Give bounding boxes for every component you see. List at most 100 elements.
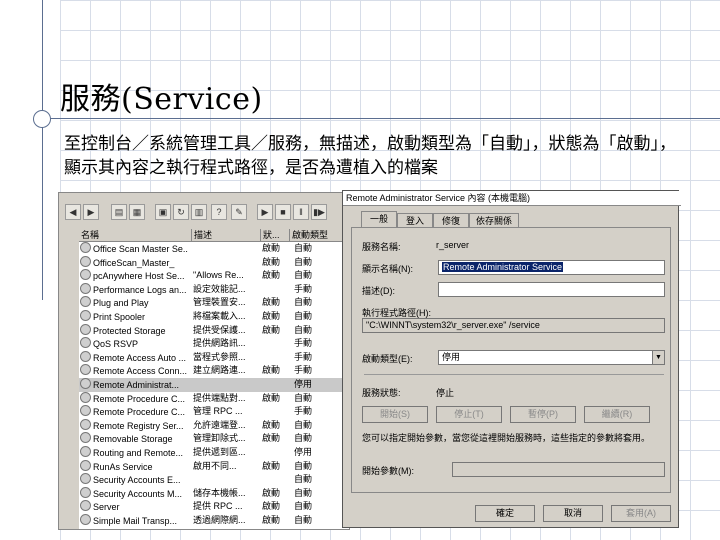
service-startup-cell-text: 自動: [294, 474, 313, 485]
pause-button[interactable]: 暫停(P): [510, 406, 576, 423]
back-icon[interactable]: ◀: [65, 204, 81, 220]
up-folder-icon[interactable]: ▤: [111, 204, 127, 220]
service-name-cell-text: Remote Administrat...: [93, 380, 180, 390]
table-row[interactable]: OfficeScan_Master_ 啟動 自動: [79, 255, 349, 271]
table-row[interactable]: Remote Registry Ser... 允許遠端登... 啟動 自動: [79, 418, 349, 433]
table-row[interactable]: QoS RSVP 提供網路訊... 手動: [79, 337, 349, 351]
service-description-cell: 提供 RPC ...: [193, 500, 259, 514]
tab-general[interactable]: 一般: [361, 211, 397, 228]
description-label: 描述(D):: [362, 286, 395, 296]
table-row[interactable]: Print Spooler 將檔案載入... 啟動 自動: [79, 310, 349, 324]
service-status-cell: 啟動: [262, 514, 288, 528]
table-row[interactable]: Office Scan Master Se... 啟動 自動: [79, 242, 349, 256]
service-startup-cell: 自動: [294, 242, 344, 256]
table-row[interactable]: Protected Storage 提供受保護... 啟動 自動: [79, 323, 349, 338]
table-row[interactable]: Plug and Play 管理裝置安... 啟動 自動: [79, 296, 349, 310]
table-row[interactable]: Routing and Remote... 提供遞到區... 停用: [79, 446, 349, 460]
resume-button[interactable]: 繼續(R): [584, 406, 650, 423]
col-name[interactable]: 名稱: [79, 229, 192, 241]
table-row[interactable]: Security Accounts M... 儲存本機帳... 啟動 自動: [79, 486, 349, 501]
service-startup-cell-text: 自動: [294, 270, 313, 281]
service-gear-icon: [80, 242, 91, 253]
service-startup-cell: 自動: [294, 324, 344, 338]
service-startup-cell-text: 自動: [294, 460, 313, 471]
service-gear-icon: [80, 500, 91, 512]
restart-service-icon[interactable]: ▮▶: [311, 204, 327, 220]
service-description-cell-text: 將檔案載入...: [193, 311, 246, 321]
service-name-cell-text: Print Spooler: [93, 312, 146, 322]
table-row[interactable]: RunAs Service 啟用不同... 啟動 自動: [79, 459, 349, 475]
service-gear-icon: [80, 282, 91, 294]
service-description-cell-text: 提供受保護...: [193, 324, 246, 335]
properties-icon[interactable]: ▣: [155, 204, 171, 220]
service-name-cell: OfficeScan_Master_: [80, 255, 188, 271]
table-row[interactable]: pcAnywhere Host Se... "Allows Re... 啟動 自動: [79, 269, 349, 283]
service-status-cell: 啟動: [262, 392, 288, 406]
start-params-label: 開始參數(M):: [362, 466, 414, 476]
service-name-cell-text: Remote Registry Ser...: [93, 420, 184, 431]
forward-icon[interactable]: ▶: [83, 204, 99, 220]
startup-type-select[interactable]: 停用 ▼: [438, 350, 665, 365]
col-status[interactable]: 狀...: [261, 229, 290, 241]
start-button[interactable]: 開始(S): [362, 406, 428, 423]
table-row[interactable]: Remote Procedure C... 管理 RPC ... 手動: [79, 405, 349, 419]
ok-button[interactable]: 確定: [475, 505, 535, 522]
service-gear-icon: [80, 323, 91, 335]
service-name-label: 服務名稱:: [362, 242, 401, 252]
service-description-cell-text: 提供端點對...: [193, 392, 246, 403]
service-startup-cell: 手動: [294, 351, 344, 365]
service-description-cell: 透過網際網...: [193, 514, 259, 528]
cancel-button[interactable]: 取消: [543, 505, 603, 522]
service-description-cell: 管理裝置安...: [193, 296, 259, 310]
table-row[interactable]: Removable Storage 管理卸除式... 啟動 自動: [79, 432, 349, 446]
start-service-icon[interactable]: ▶: [257, 204, 273, 220]
service-name-cell: Routing and Remote...: [80, 446, 188, 461]
stop-button[interactable]: 停止(T): [436, 406, 502, 423]
service-description-cell-text: "Allows Re...: [193, 270, 244, 281]
stop-service-icon[interactable]: ■: [275, 204, 291, 220]
apply-button[interactable]: 套用(A): [611, 505, 671, 522]
service-name-cell: RunAs Service: [80, 459, 188, 475]
service-name-cell: Plug and Play: [80, 296, 188, 311]
startup-type-value: 停用: [442, 352, 461, 362]
service-description-cell-text: 透過網際網...: [193, 515, 246, 525]
slide-rule-circle: [33, 110, 51, 128]
service-startup-cell: 手動: [294, 283, 344, 297]
service-name-cell-text: pcAnywhere Host Se...: [93, 271, 185, 282]
table-row[interactable]: Remote Access Conn... 建立網路連... 啟動 手動: [79, 364, 349, 378]
service-gear-icon: [80, 337, 91, 349]
tab-recovery[interactable]: 修復: [433, 213, 469, 228]
table-row[interactable]: Remote Procedure C... 提供端點對... 啟動 自動: [79, 391, 349, 406]
help-icon[interactable]: ?: [211, 204, 227, 220]
table-row[interactable]: Server 提供 RPC ... 啟動 自動: [79, 500, 349, 514]
start-params-field[interactable]: [452, 462, 665, 477]
col-startup-type[interactable]: 啟動類型: [290, 229, 349, 241]
service-description-cell: 允許遠端登...: [193, 419, 259, 433]
service-name-cell-text: Performance Logs an...: [93, 284, 187, 295]
table-row[interactable]: Simple Mail Transp... 透過網際網... 啟動 自動: [79, 514, 349, 528]
service-startup-cell: 自動: [294, 473, 344, 487]
show-tree-icon[interactable]: ▦: [129, 204, 145, 220]
pause-service-icon[interactable]: ‖: [293, 204, 309, 220]
service-description-cell: 當程式參照...: [193, 351, 259, 365]
service-name-cell: Server: [80, 500, 188, 515]
help-topic-icon[interactable]: ✎: [231, 204, 247, 220]
service-startup-cell-text: 自動: [294, 501, 313, 512]
service-startup-cell: 停用: [294, 378, 344, 392]
service-startup-cell-text: 停用: [294, 379, 313, 389]
tab-logon[interactable]: 登入: [397, 213, 433, 228]
export-list-icon[interactable]: ▥: [191, 204, 207, 220]
refresh-icon[interactable]: ↻: [173, 204, 189, 220]
display-name-field[interactable]: Remote Administrator Service: [438, 260, 665, 275]
description-field[interactable]: [438, 282, 665, 297]
table-row[interactable]: Remote Access Auto ... 當程式參照... 手動: [79, 350, 349, 365]
tab-dependencies[interactable]: 依存關係: [469, 213, 519, 228]
chevron-down-icon[interactable]: ▼: [652, 351, 664, 364]
table-row[interactable]: Security Accounts E... 自動: [79, 473, 349, 487]
service-startup-cell-text: 自動: [294, 243, 313, 253]
col-description[interactable]: 描述: [192, 229, 261, 241]
service-status-cell-text: 啟動: [262, 487, 281, 498]
table-row[interactable]: Remote Administrat... 停用: [79, 378, 349, 392]
table-row[interactable]: Performance Logs an... 設定效能記... 手動: [79, 282, 349, 297]
service-gear-icon: [80, 514, 91, 525]
